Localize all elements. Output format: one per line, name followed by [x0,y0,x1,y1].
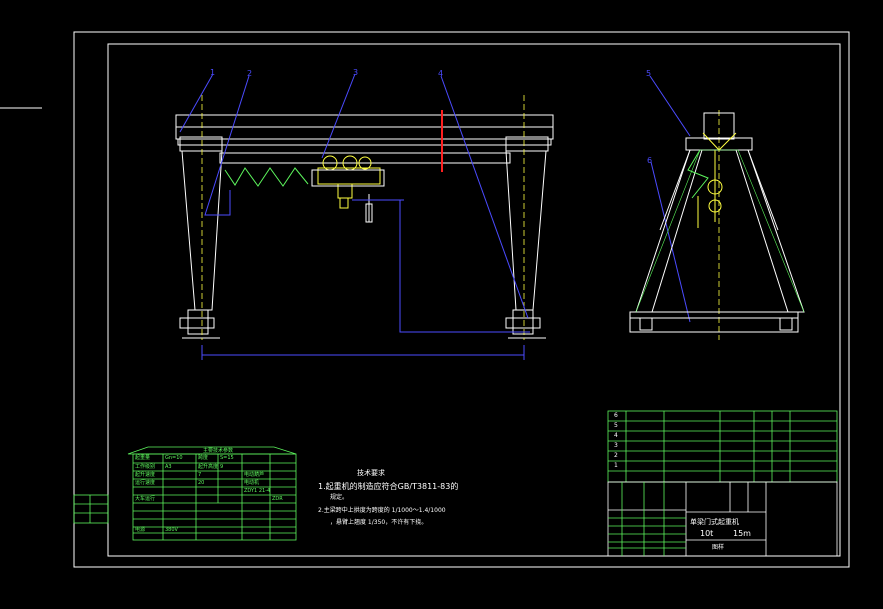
dimensions [179,73,691,360]
param-r2c2: 电动葫芦 [244,472,265,478]
crane-drawing [0,31,850,568]
balloon-2: 2 [247,69,253,78]
param-r2c1: 7 [198,472,202,478]
param-r2c0: 起升速度 [135,472,156,478]
balloon-3: 3 [353,68,359,77]
center-lines [201,95,720,340]
params-title: 主要技术参数 [203,448,234,454]
param-r0c0: 起重量 [135,455,151,461]
balloon-5: 5 [646,69,652,78]
param-r3c0: 运行速度 [135,480,156,486]
param-r1c1: A3 [165,464,172,470]
param-r5c0: 电源 [135,527,146,533]
param-r0c2: 跨度 [198,455,209,461]
balloon-4: 4 [438,69,444,78]
drawing-name: 单梁门式起重机 [690,518,739,526]
param-r1c2: 起升高度 [198,464,219,470]
spec-span: 15m [733,529,751,538]
notes-line-2b: ，悬臂上翘度 1/350，不许有下挠。 [330,519,428,526]
balloon-1: 1 [210,68,216,77]
param-r3c3: ZDY1 21-4 [244,488,271,494]
spec-capacity: 10t [700,529,714,538]
param-r1c0: 工作级别 [135,464,156,470]
param-r1c3: 9 [220,464,224,470]
notes-line-1b: 规定。 [330,494,349,501]
side-view [629,112,805,333]
parts-row-5: 5 [614,422,618,429]
left-stamp-boxes [73,494,109,524]
cable-festoon [224,167,309,187]
balloon-6: 6 [647,156,653,165]
notes-line-2: 2.主梁跨中上拱度为跨度的 1/1000～1.4/1000 [318,507,446,514]
side-hoist [697,132,737,228]
param-r5c1: 380V [165,527,178,533]
param-r0c3: S=15 [220,455,234,461]
param-r4c3: ZDR [272,496,283,502]
param-r3c1: 20 [198,480,205,486]
notes-heading: 技术要求 [357,469,385,477]
parts-row-4: 4 [614,432,618,439]
parts-row-6: 6 [614,412,618,419]
param-r3c2: 电动机 [244,480,260,486]
title-stamp: 图样 [712,544,725,551]
side-festoon [687,149,709,199]
title-block-subgrid [608,482,686,556]
parts-row-3: 3 [614,442,618,449]
parts-row-2: 2 [614,452,618,459]
front-view [175,114,554,339]
param-r0c1: Gn=10 [165,455,183,461]
param-r4c0: 大车运行 [135,496,156,502]
notes-line-1: 1.起重机的制造应符合GB/T3811-83的 [318,482,459,491]
side-frame-ties [635,149,805,313]
parts-list-grid [607,410,838,483]
params-table-grid [127,446,297,541]
parts-row-1: 1 [614,462,618,469]
